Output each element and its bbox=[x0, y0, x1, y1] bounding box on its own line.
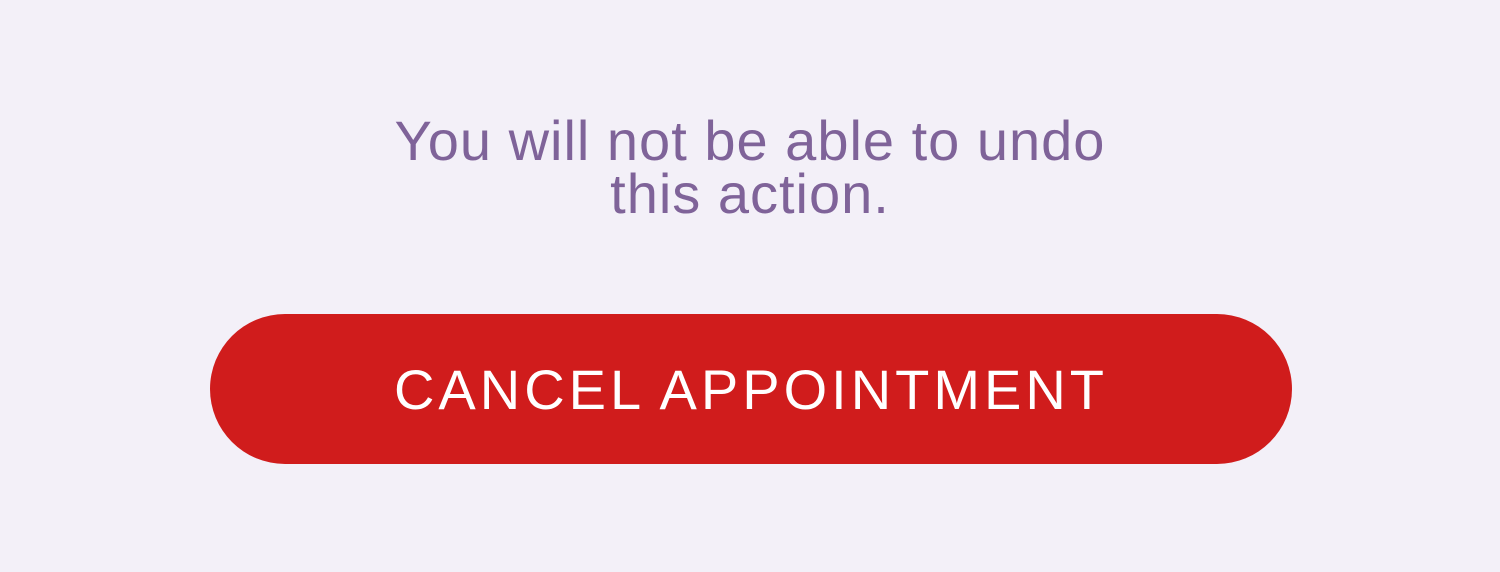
cancel-appointment-dialog: You will not be able to undo this action… bbox=[0, 0, 1500, 572]
warning-message: You will not be able to undo this action… bbox=[250, 109, 1250, 225]
cancel-appointment-button[interactable]: CANCEL APPOINTMENT bbox=[210, 314, 1292, 464]
cancel-appointment-button-label: CANCEL APPOINTMENT bbox=[393, 357, 1109, 421]
warning-message-line-1: You will not be able to undo bbox=[394, 109, 1106, 172]
warning-message-line-2: this action. bbox=[610, 162, 890, 225]
